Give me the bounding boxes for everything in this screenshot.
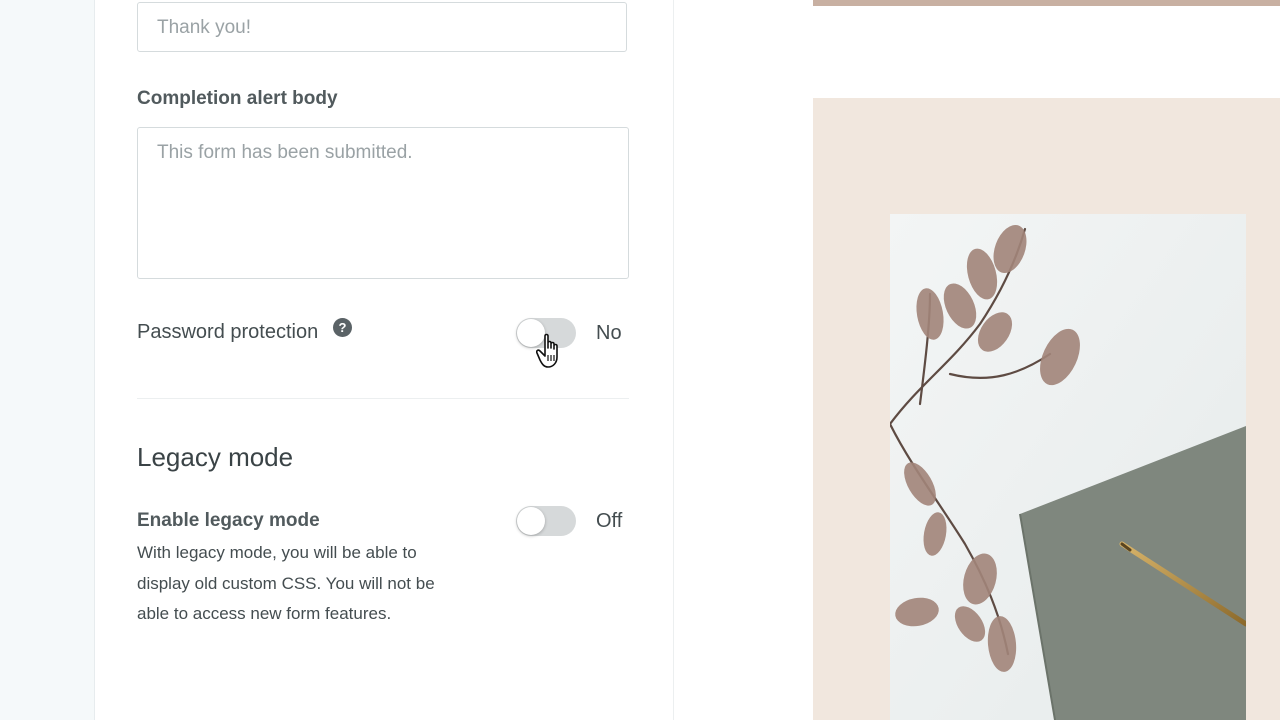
left-gutter <box>0 0 95 720</box>
legacy-mode-toggle[interactable] <box>516 506 576 536</box>
legacy-mode-description: With legacy mode, you will be able to di… <box>137 543 435 623</box>
section-divider <box>137 398 629 399</box>
completion-title-input[interactable]: Thank you! <box>137 2 627 52</box>
completion-body-label: Completion alert body <box>137 88 338 109</box>
password-protection-label: Password protection <box>137 321 319 343</box>
legacy-mode-state: Off <box>596 510 623 532</box>
eucalyptus-notebook-photo <box>890 214 1246 720</box>
preview-top-bar <box>813 0 1280 6</box>
question-mark-icon[interactable]: ? <box>333 318 352 337</box>
hand-pointer-cursor-icon <box>536 333 558 368</box>
legacy-mode-heading: Legacy mode <box>137 442 294 472</box>
completion-body-textarea[interactable]: This form has been submitted. <box>137 127 629 279</box>
enable-legacy-mode-label: Enable legacy mode <box>137 510 320 531</box>
toggle-knob <box>517 507 545 535</box>
password-protection-state: No <box>596 322 622 344</box>
